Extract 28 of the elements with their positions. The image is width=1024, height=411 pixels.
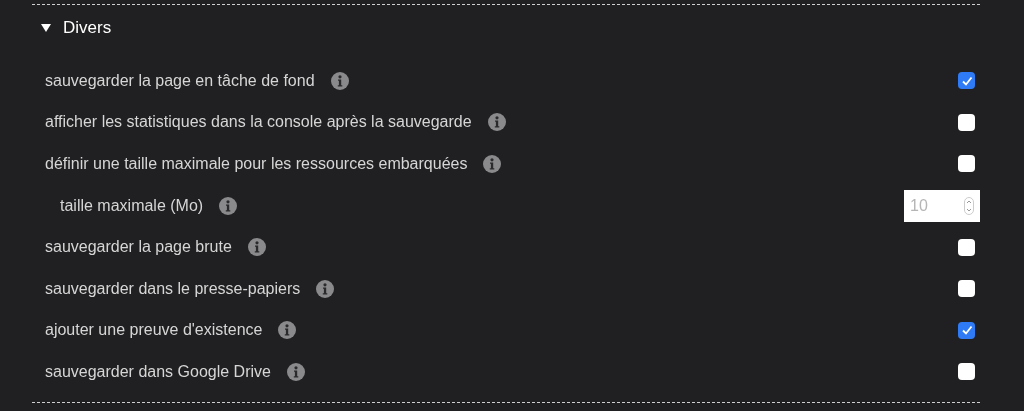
info-icon[interactable]: [286, 362, 305, 381]
info-icon[interactable]: [483, 155, 502, 173]
info-icon[interactable]: [247, 238, 266, 257]
option-label: afficher les statistiques dans la console après la sauvegarde: [45, 113, 472, 132]
info-icon[interactable]: [316, 279, 335, 298]
option-label: ajouter une preuve d'existence: [45, 321, 263, 340]
section-toggle[interactable]: Divers: [41, 18, 112, 38]
section-title: Divers: [63, 18, 112, 38]
checkbox[interactable]: [958, 155, 975, 173]
checkmark-icon: [960, 74, 973, 87]
option-label: sauvegarder dans le presse-papiers: [45, 279, 301, 298]
option-label: sauvegarder la page brute: [45, 238, 232, 257]
option-label: taille maximale (Mo): [60, 196, 204, 215]
disclosure-triangle-icon: [41, 23, 51, 33]
checkbox[interactable]: [958, 363, 975, 381]
option-label: définir une taille maximale pour les ressources embarquées: [45, 155, 468, 173]
checkbox[interactable]: [958, 238, 975, 256]
checkbox[interactable]: [958, 321, 975, 339]
info-icon[interactable]: [330, 71, 349, 90]
info-icon[interactable]: [487, 113, 506, 132]
checkmark-icon: [960, 324, 973, 337]
checkbox[interactable]: [958, 280, 975, 298]
option-label: sauvegarder dans Google Drive: [45, 362, 271, 381]
checkbox[interactable]: [958, 72, 975, 90]
info-icon[interactable]: [278, 321, 297, 340]
checkbox[interactable]: [958, 113, 975, 131]
info-icon[interactable]: [219, 196, 238, 215]
option-label: sauvegarder la page en tâche de fond: [45, 71, 315, 90]
